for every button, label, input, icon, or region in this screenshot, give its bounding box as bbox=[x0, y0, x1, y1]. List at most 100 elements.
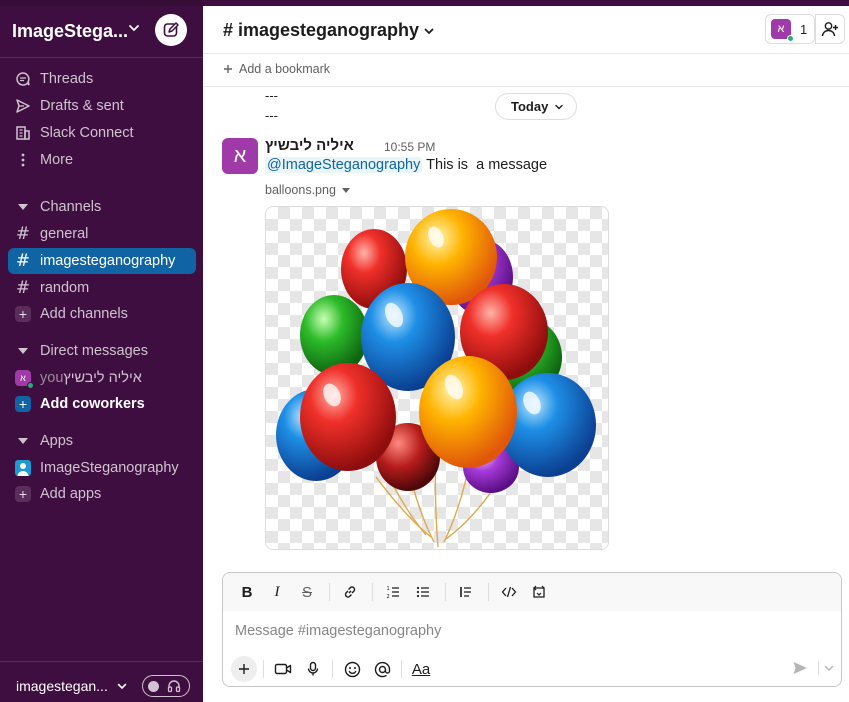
caret-down-icon bbox=[14, 198, 32, 216]
sidebar-item-label: Threads bbox=[40, 71, 94, 87]
at-icon bbox=[374, 661, 390, 677]
message-text: This is a message bbox=[422, 157, 548, 173]
hash-icon: # bbox=[15, 224, 31, 244]
add-coworkers-button[interactable]: + Add coworkers bbox=[8, 391, 196, 417]
caret-down-icon bbox=[14, 342, 32, 360]
sidebar-item-imagesteganography[interactable]: # imagesteganography bbox=[8, 248, 196, 274]
svg-text:2: 2 bbox=[387, 594, 390, 600]
add-channels-label: Add channels bbox=[40, 306, 128, 322]
sidebar-item-app-imagesteganography[interactable]: ImageSteganography bbox=[8, 455, 196, 481]
sidebar-item-random[interactable]: # random bbox=[8, 275, 196, 301]
message-composer: B I S 12 Aa bbox=[222, 572, 842, 687]
section-label: Direct messages bbox=[40, 343, 148, 359]
hash-icon: # bbox=[15, 278, 31, 298]
section-label: Apps bbox=[40, 433, 74, 449]
add-apps-label: Add apps bbox=[40, 486, 102, 502]
members-button[interactable]: א 1 bbox=[765, 14, 815, 44]
sidebar-item-dm-self[interactable]: א you איליה ליבשיץ bbox=[8, 365, 196, 391]
plus-icon bbox=[239, 664, 249, 674]
app-label: ImageSteganography bbox=[40, 460, 179, 476]
plus-icon bbox=[224, 65, 232, 73]
sidebar-item-general[interactable]: # general bbox=[8, 221, 196, 247]
code-block-button[interactable] bbox=[525, 578, 553, 606]
code-block-icon bbox=[533, 585, 545, 598]
video-clip-button[interactable] bbox=[270, 656, 296, 682]
user-mention[interactable]: @ImageSteganography bbox=[265, 157, 423, 173]
send-button[interactable] bbox=[789, 657, 811, 679]
chevron-down-icon[interactable] bbox=[116, 680, 128, 692]
presence-dot bbox=[787, 35, 794, 42]
sidebar-item-more[interactable]: More bbox=[8, 147, 196, 173]
dm-avatar: א bbox=[14, 369, 34, 389]
emoji-icon bbox=[344, 661, 360, 677]
formatting-toggle-button[interactable]: Aa bbox=[408, 656, 434, 682]
audio-clip-button[interactable] bbox=[300, 656, 326, 682]
message-line: --- bbox=[265, 88, 278, 103]
plus-icon: + bbox=[14, 395, 32, 413]
toggle-knob bbox=[148, 680, 159, 692]
bottom-workspace-name[interactable]: imagestegan... bbox=[16, 678, 108, 694]
app-avatar bbox=[14, 459, 32, 477]
message-line: --- bbox=[265, 108, 278, 123]
channel-label: imagesteganography bbox=[40, 253, 176, 269]
workspace-name[interactable]: ImageStega... bbox=[12, 21, 128, 42]
file-name-button[interactable]: balloons.png bbox=[265, 183, 350, 197]
strikethrough-button[interactable]: S bbox=[293, 578, 321, 606]
date-divider-button[interactable]: Today bbox=[495, 93, 578, 120]
ordered-list-button[interactable]: 12 bbox=[379, 578, 407, 606]
plus-icon: + bbox=[14, 305, 32, 323]
add-channels-button[interactable]: + Add channels bbox=[8, 301, 196, 327]
blockquote-button[interactable] bbox=[452, 578, 480, 606]
add-bookmark-button[interactable]: Add a bookmark bbox=[223, 62, 330, 76]
member-avatar: א bbox=[771, 19, 794, 42]
plus-icon: + bbox=[14, 485, 32, 503]
bulleted-list-button[interactable] bbox=[409, 578, 437, 606]
bookmark-divider bbox=[203, 86, 849, 87]
toolbar-divider bbox=[332, 660, 333, 678]
svg-text:1: 1 bbox=[387, 586, 390, 592]
sidebar-item-threads[interactable]: Threads bbox=[8, 66, 196, 92]
building-icon bbox=[14, 124, 32, 142]
sidebar-divider bbox=[0, 57, 203, 58]
channels-section-header[interactable]: Channels bbox=[8, 194, 196, 220]
section-label: Channels bbox=[40, 199, 102, 215]
you-label: you bbox=[40, 370, 64, 386]
toolbar-divider bbox=[329, 583, 330, 601]
add-coworkers-label: Add coworkers bbox=[40, 396, 145, 412]
message-author[interactable]: איליה ליבשיץ bbox=[265, 137, 354, 154]
italic-button[interactable]: I bbox=[263, 578, 291, 606]
avatar[interactable]: א bbox=[222, 138, 258, 174]
channel-label: random bbox=[40, 280, 90, 296]
message-timestamp[interactable]: 10:55 PM bbox=[384, 140, 435, 154]
threads-icon bbox=[14, 70, 32, 88]
channel-title-button[interactable]: # imagesteganography bbox=[223, 20, 435, 41]
sidebar-item-drafts[interactable]: Drafts & sent bbox=[8, 93, 196, 119]
attach-button[interactable] bbox=[231, 656, 257, 682]
chevron-down-icon[interactable] bbox=[823, 662, 835, 674]
add-people-button[interactable] bbox=[815, 14, 845, 44]
hash-icon: # bbox=[15, 251, 31, 271]
member-count: 1 bbox=[800, 21, 808, 37]
image-attachment[interactable] bbox=[265, 206, 609, 550]
sidebar-item-label: More bbox=[40, 152, 74, 168]
add-apps-button[interactable]: + Add apps bbox=[8, 481, 196, 507]
sidebar-item-slack-connect[interactable]: Slack Connect bbox=[8, 120, 196, 146]
link-button[interactable] bbox=[336, 578, 364, 606]
caret-down-icon bbox=[341, 187, 350, 193]
emoji-button[interactable] bbox=[339, 656, 365, 682]
mention-button[interactable] bbox=[369, 656, 395, 682]
header-divider bbox=[203, 53, 849, 54]
code-button[interactable] bbox=[495, 578, 523, 606]
dm-section-header[interactable]: Direct messages bbox=[8, 338, 196, 364]
message-input[interactable] bbox=[235, 619, 825, 643]
bookmark-label: Add a bookmark bbox=[239, 62, 331, 76]
bold-button[interactable]: B bbox=[233, 578, 261, 606]
toolbar-divider bbox=[445, 583, 446, 601]
ordered-list-icon: 12 bbox=[387, 586, 399, 600]
compose-button[interactable] bbox=[155, 14, 187, 46]
huddle-toggle[interactable] bbox=[142, 675, 190, 697]
apps-section-header[interactable]: Apps bbox=[8, 428, 196, 454]
message-body: @ImageSteganography This is a message bbox=[265, 157, 547, 173]
chevron-down-icon[interactable] bbox=[127, 21, 141, 35]
send-icon bbox=[793, 662, 807, 674]
